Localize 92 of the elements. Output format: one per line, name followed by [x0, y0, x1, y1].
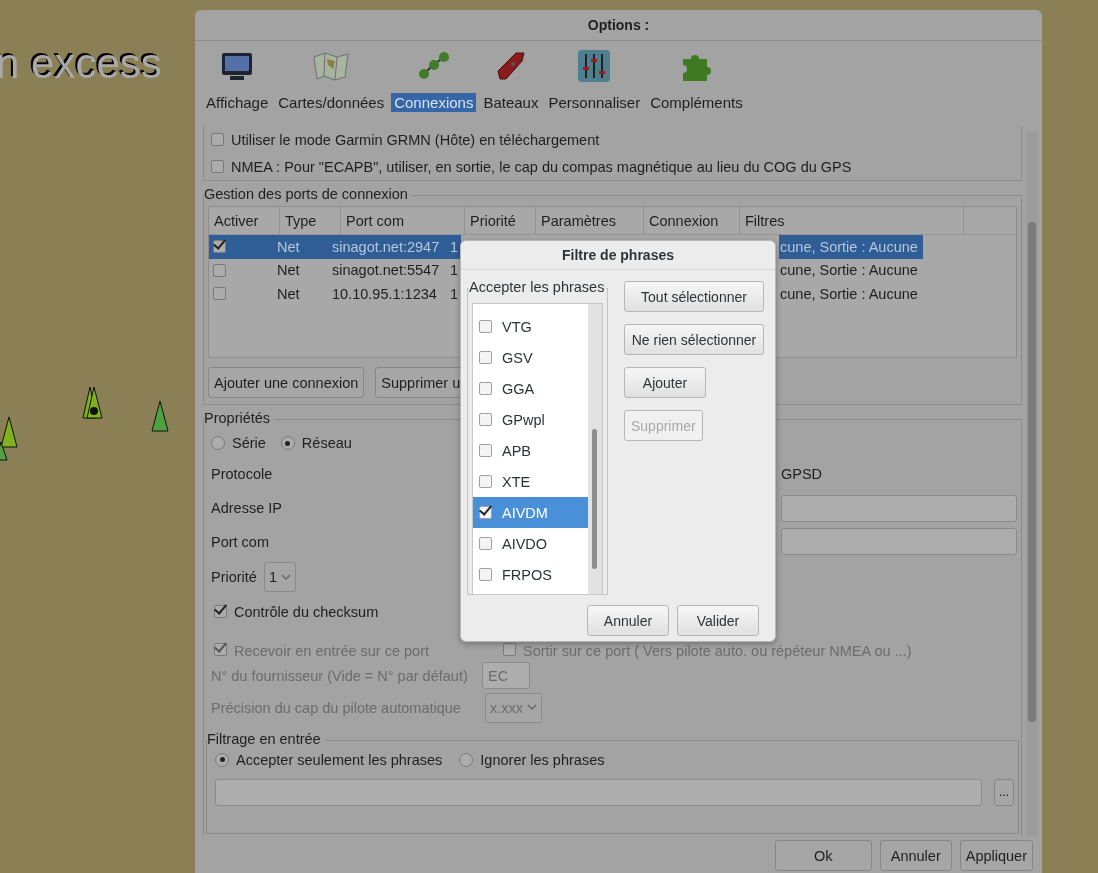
column-header[interactable]: Connexion [644, 207, 740, 234]
scrollbar[interactable] [588, 304, 602, 594]
checkbox[interactable] [211, 160, 224, 173]
list-item[interactable]: APB [473, 435, 588, 466]
settings-tab[interactable]: Cartes/données [275, 49, 388, 126]
column-header[interactable]: Type [280, 207, 341, 234]
checkbox-label: Contrôle du checksum [234, 603, 379, 620]
map-icon [311, 49, 352, 83]
field-label: Protocole [211, 466, 274, 482]
column-header[interactable]: Activer [209, 207, 280, 234]
list-item[interactable]: VTG [473, 311, 588, 342]
group-legend: Gestion des ports de connexion [204, 186, 412, 202]
checkbox[interactable] [479, 382, 492, 395]
input-field[interactable] [781, 494, 1017, 522]
checkbox[interactable] [479, 444, 492, 457]
window-title: Options : [587, 17, 650, 33]
table-cell[interactable]: Net [274, 258, 329, 282]
radio-button[interactable] [211, 436, 225, 450]
checkbox-label: Utiliser le mode Garmin GRMN (Hôte) en téléchargement [231, 131, 600, 148]
caret-icon [281, 573, 291, 581]
checkbox[interactable] [479, 537, 492, 550]
column-header[interactable]: Filtres [740, 207, 964, 234]
input-field[interactable] [781, 528, 1017, 555]
list-item[interactable]: GGA [473, 373, 588, 404]
dialog-button[interactable]: Ne rien sélectionner [624, 324, 764, 355]
radio-button[interactable] [215, 752, 229, 767]
checkbox[interactable] [213, 287, 226, 301]
table-cell[interactable]: Net [274, 235, 329, 259]
checkbox[interactable] [479, 506, 492, 519]
scrollbar[interactable] [1026, 132, 1038, 836]
list-item[interactable]: GSV [473, 342, 588, 373]
ship-marker-icon [151, 400, 169, 432]
settings-tab[interactable]: Bateaux [480, 49, 542, 126]
settings-tab[interactable]: Affichage [203, 49, 272, 126]
checkbox[interactable] [214, 605, 227, 618]
group-legend: Accepter les phrases [469, 279, 607, 295]
checkbox[interactable] [479, 568, 492, 581]
dialog-button[interactable]: Appliquer [959, 840, 1033, 871]
table-cell-text: sinagot.net:5547 [331, 261, 441, 281]
column-header[interactable]: Port com [341, 207, 465, 234]
checkbox[interactable] [479, 351, 492, 364]
table-cell: sinagot.net:2947 [329, 235, 447, 259]
table-cell-text: cune, Sortie : Aucune [779, 261, 919, 281]
radio-label: Accepter seulement les phrases [236, 751, 443, 768]
table-cell[interactable]: Net [274, 282, 329, 306]
sliders-icon [577, 49, 612, 83]
settings-tab[interactable]: Personnaliser [545, 49, 644, 126]
checkbox[interactable] [479, 413, 492, 426]
radio-label: Réseau [301, 435, 352, 451]
table-cell-text: 1 [449, 261, 460, 281]
dialog-button[interactable]: Tout sélectionner [624, 281, 764, 312]
checkbox[interactable] [479, 320, 492, 333]
radio-button[interactable] [280, 436, 295, 450]
field-label: Adresse IP [211, 500, 283, 516]
checkbox[interactable] [213, 240, 226, 254]
group-legend: Propriétés [204, 410, 275, 426]
list-item[interactable]: XTE [473, 466, 588, 497]
checkbox[interactable] [211, 133, 224, 146]
checkbox[interactable] [479, 475, 492, 488]
dialog-button[interactable]: Valider [677, 605, 759, 636]
table-cell: 1 [447, 235, 461, 259]
column-header[interactable]: Priorité [465, 207, 536, 234]
ship-marker-icon [82, 386, 106, 420]
settings-tab[interactable]: Compléments [647, 49, 746, 126]
dialog-title: Filtre de phrases [561, 247, 674, 263]
field-label: Priorité [211, 569, 257, 585]
connection-button[interactable]: Ajouter une connexion [208, 367, 365, 398]
checkbox-label: NMEA : Pour "ECAPB", utiliser, en sortie, le cap du compas magnétique au lieu du COG du GPS [231, 158, 852, 175]
dialog-button[interactable]: Ok [774, 840, 872, 871]
input-field[interactable] [215, 778, 982, 806]
settings-tab[interactable]: Connexions [391, 49, 477, 126]
protocol-value: GPSD [781, 466, 823, 482]
group-legend: Filtrage en entrée [207, 731, 325, 747]
table-cell: cune, Sortie : Aucune [779, 235, 923, 259]
list-item[interactable]: GPwpl [473, 404, 588, 435]
priority-select[interactable]: 1 [263, 562, 296, 592]
dialog-button[interactable]: Ajouter [624, 367, 706, 398]
list-item[interactable]: AIVDO [473, 528, 588, 559]
caret-icon [527, 704, 538, 711]
browse-button[interactable]: ... [994, 778, 1014, 806]
table-cell-text: 1 [449, 284, 460, 304]
table-cell-text: cune, Sortie : Aucune [779, 284, 919, 304]
radio-button[interactable] [459, 752, 474, 767]
radio-label: Série [232, 435, 266, 451]
table-cell-text: 10.10.95.1:1234 [331, 284, 438, 304]
field-label: Port com [211, 533, 270, 550]
column-header[interactable]: Paramètres [536, 207, 644, 234]
list-item[interactable]: FRPOS [473, 559, 588, 590]
radio-label: Ignorer les phrases [480, 751, 605, 768]
dialog-button[interactable]: Annuler [879, 840, 952, 871]
checkbox[interactable] [213, 263, 226, 277]
dialog-button[interactable]: Annuler [587, 605, 669, 636]
